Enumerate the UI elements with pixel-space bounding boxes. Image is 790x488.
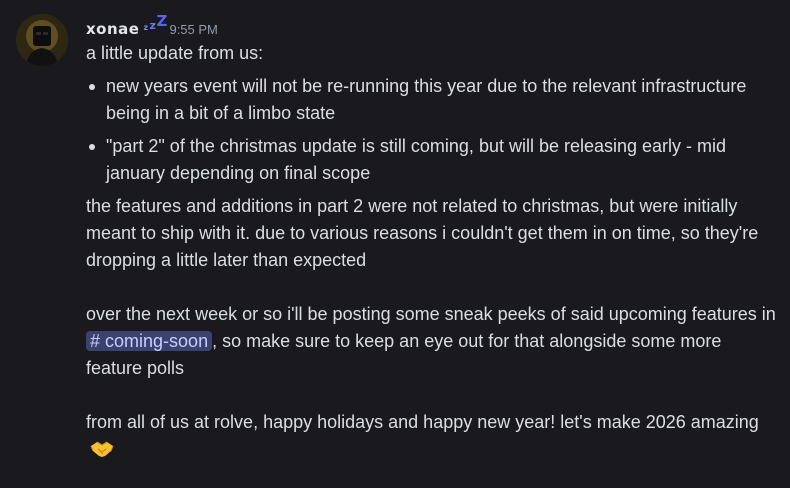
bullet-icon (89, 144, 95, 150)
list-item: "part 2" of the christmas update is stil… (86, 133, 776, 187)
message-content: a little update from us: new years event… (86, 40, 776, 463)
message-header: xonae zzZ 9:55 PM (86, 12, 218, 39)
avatar[interactable] (16, 14, 68, 66)
chat-message: xonae zzZ 9:55 PM a little update from u… (0, 0, 790, 488)
hash-icon: # (90, 331, 101, 351)
intro-text: a little update from us: (86, 43, 264, 63)
zzz-idle-icon: zzZ (143, 12, 168, 32)
bullet-icon (89, 84, 95, 90)
list-item: new years event will not be re-running t… (86, 73, 776, 127)
paragraph-3: from all of us at rolve, happy holidays … (86, 409, 776, 463)
username[interactable]: xonae (86, 20, 139, 38)
bullet-list: new years event will not be re-running t… (86, 73, 776, 187)
avatar-image (16, 14, 68, 66)
handshake-emoji-icon (90, 441, 114, 457)
channel-mention[interactable]: # coming-soon (86, 331, 213, 351)
timestamp[interactable]: 9:55 PM (169, 22, 217, 37)
paragraph-2: over the next week or so i'll be posting… (86, 304, 776, 378)
paragraph-1: the features and additions in part 2 wer… (86, 196, 759, 270)
